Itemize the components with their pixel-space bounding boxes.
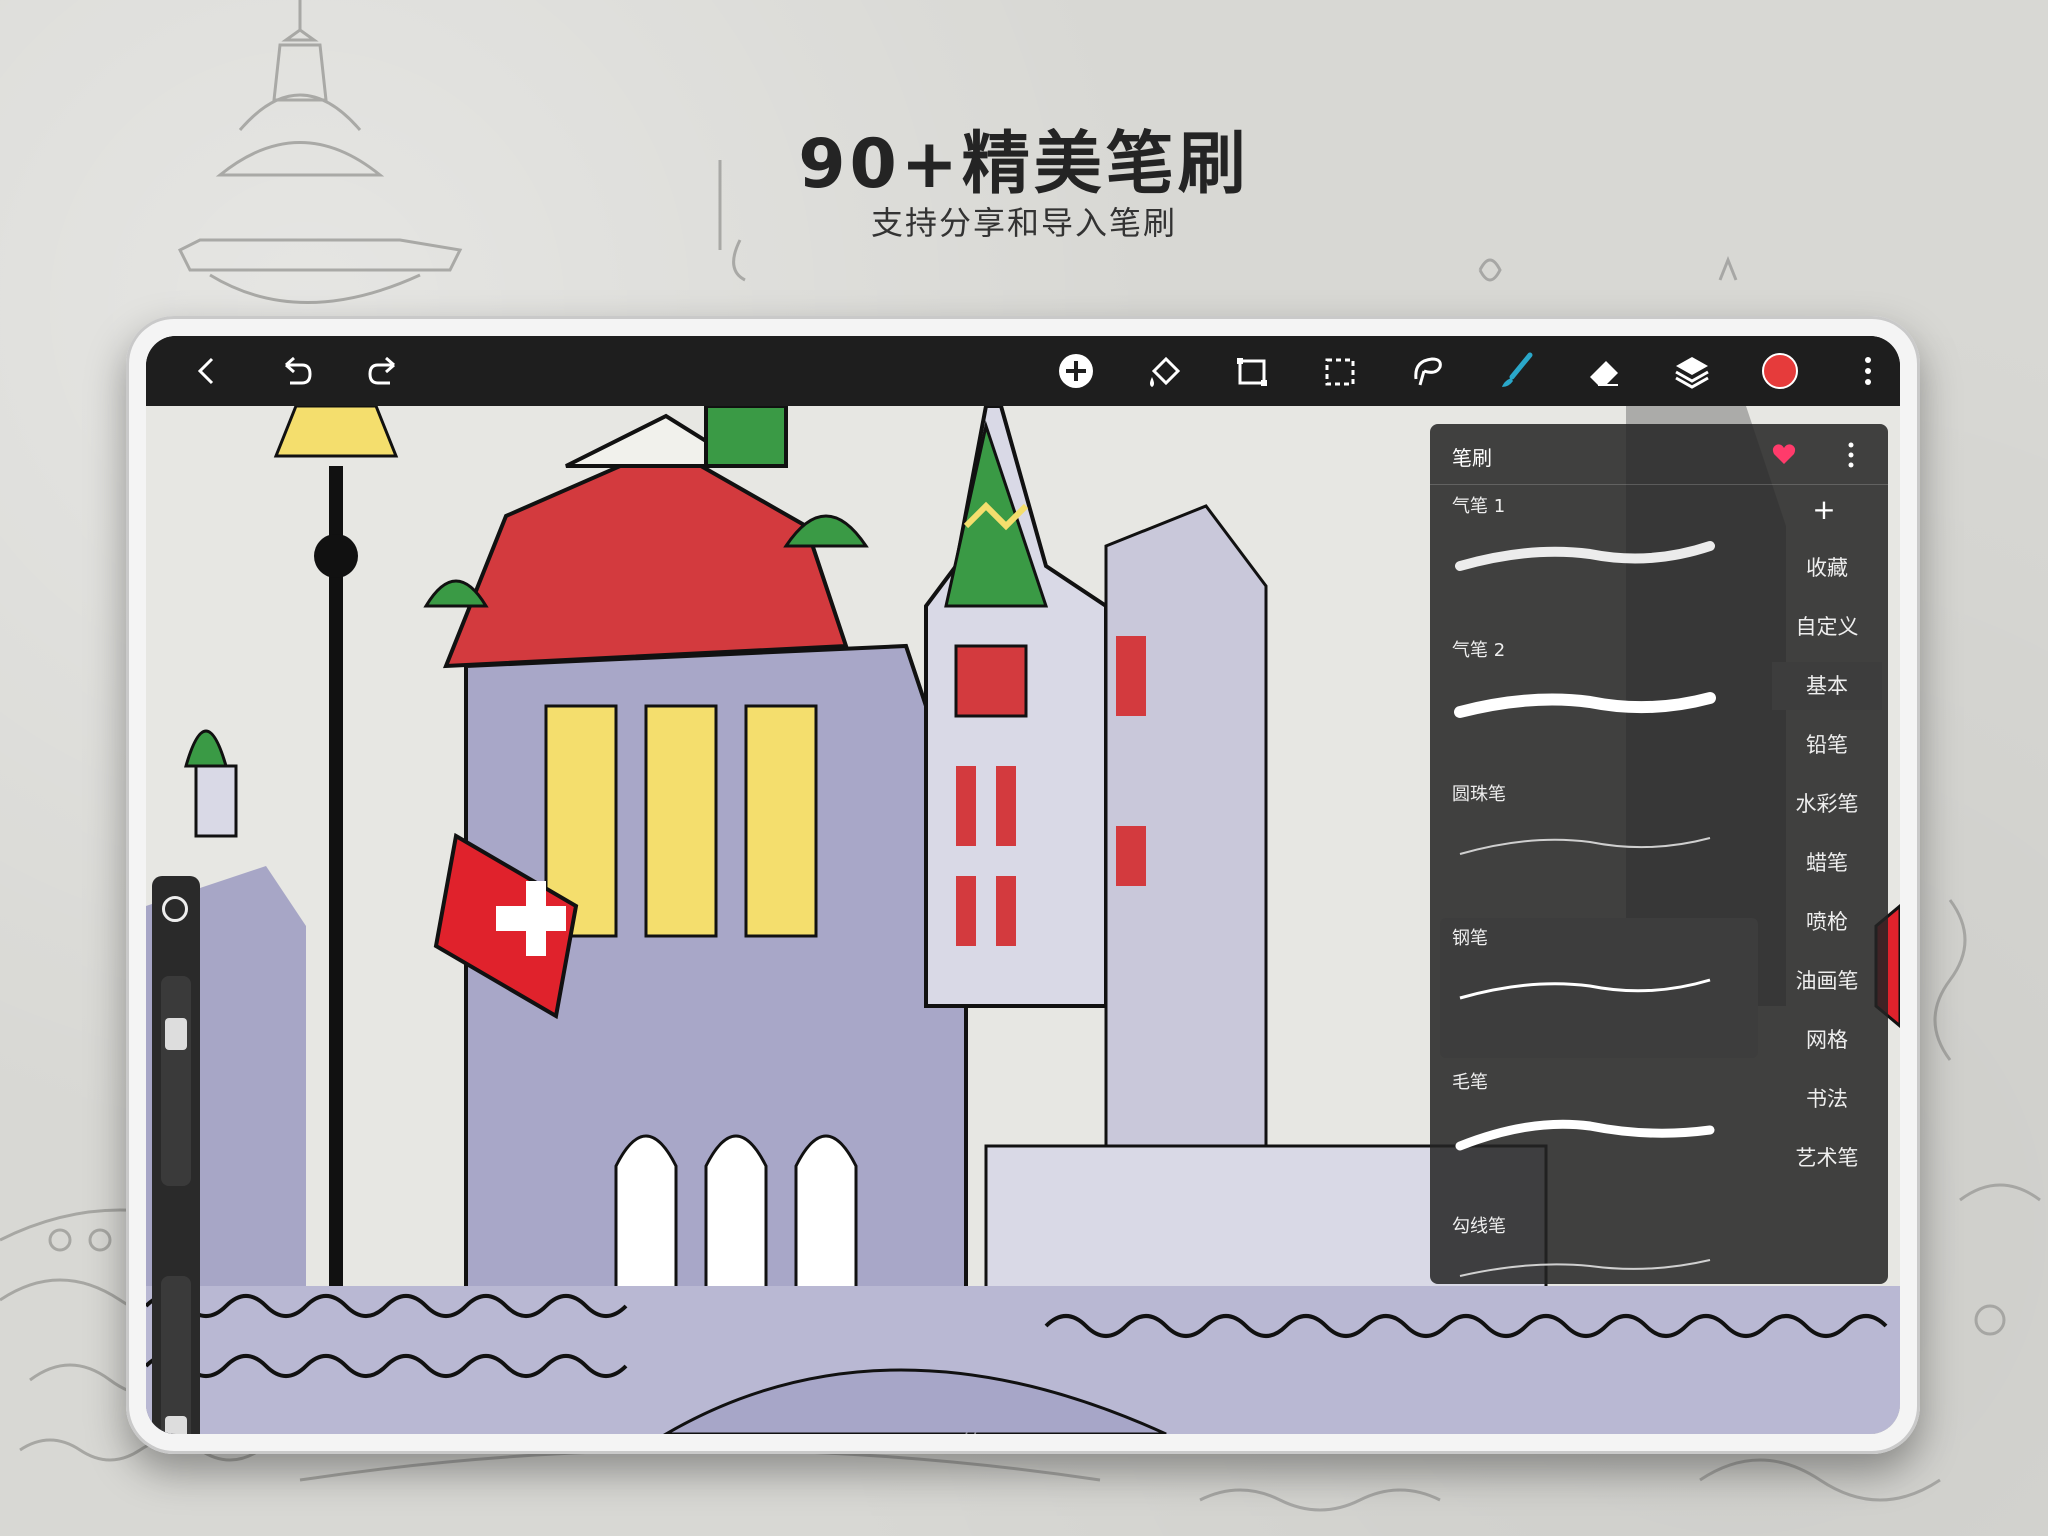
redo-button[interactable] <box>362 349 406 393</box>
category-item[interactable]: 艺术笔 <box>1772 1134 1882 1182</box>
category-item[interactable]: 水彩笔 <box>1772 780 1882 828</box>
brush-item[interactable]: 毛笔 <box>1440 1062 1758 1202</box>
stroke-count-label: 1566笔 <box>906 1426 984 1434</box>
brush-name: 钢笔 <box>1452 928 1488 949</box>
lasso-button[interactable] <box>1406 349 1450 393</box>
brush-item[interactable]: 圆珠笔 <box>1440 774 1758 914</box>
color-button[interactable] <box>1758 349 1802 393</box>
brush-preview-stroke <box>1455 1119 1715 1151</box>
brush-item-selected[interactable]: 钢笔 <box>1440 918 1758 1058</box>
lasso-icon <box>1414 357 1442 386</box>
color-pick-circle-icon[interactable] <box>162 896 188 922</box>
brush-name: 圆珠笔 <box>1452 784 1506 805</box>
brush-name: 毛笔 <box>1452 1072 1488 1093</box>
brush-panel-title: 笔刷 <box>1452 446 1492 470</box>
category-item[interactable]: 网格 <box>1772 1016 1882 1064</box>
add-brush-button[interactable]: + <box>1804 490 1844 530</box>
add-button[interactable] <box>1054 349 1098 393</box>
size-slider-thumb[interactable] <box>165 1018 187 1050</box>
brush-preview-stroke <box>1459 978 1711 1000</box>
fill-button[interactable] <box>1142 349 1186 393</box>
brush-preview-stroke <box>1459 1259 1711 1277</box>
brush-panel-header: 笔刷 <box>1430 424 1888 485</box>
select-button[interactable] <box>1318 349 1362 393</box>
brush-preview-stroke <box>1459 837 1711 855</box>
redo-icon <box>368 356 395 385</box>
eraser-icon <box>1590 361 1618 386</box>
marquee-select-icon <box>1325 358 1355 386</box>
brush-item[interactable]: 气笔 2 <box>1440 630 1758 770</box>
brush-name: 勾线笔 <box>1452 1216 1506 1237</box>
top-toolbar <box>146 336 1900 406</box>
opacity-slider-thumb[interactable] <box>165 1416 187 1434</box>
plus-circle-icon <box>1059 354 1093 388</box>
size-slider[interactable] <box>161 976 191 1186</box>
opacity-slider[interactable] <box>161 1276 191 1434</box>
undo-button[interactable] <box>274 349 318 393</box>
left-sidebar <box>152 876 200 1434</box>
brush-preview-stroke <box>1455 541 1715 571</box>
category-item[interactable]: 喷枪 <box>1772 898 1882 946</box>
brush-item[interactable]: 气笔 1 <box>1440 486 1758 626</box>
paint-bucket-icon <box>1150 356 1181 387</box>
category-item[interactable]: 书法 <box>1772 1075 1882 1123</box>
brush-name: 气笔 2 <box>1452 640 1506 661</box>
more-vertical-icon[interactable] <box>1844 440 1858 470</box>
category-item-selected[interactable]: 基本 <box>1772 662 1882 710</box>
brush-panel: 笔刷 气笔 1 气笔 2 圆珠笔 钢笔 毛笔 勾线笔 + 收藏 自定义 基本 铅… <box>1430 424 1888 1284</box>
category-item[interactable]: 收藏 <box>1772 544 1882 592</box>
brush-name: 气笔 1 <box>1452 496 1506 517</box>
category-item[interactable]: 铅笔 <box>1772 721 1882 769</box>
layers-icon <box>1675 357 1709 389</box>
brush-item[interactable]: 勾线笔 <box>1440 1206 1758 1346</box>
promo-headline: 90+精美笔刷 <box>798 125 1250 204</box>
transform-icon <box>1237 358 1267 386</box>
more-vertical-icon <box>1865 357 1871 385</box>
transform-button[interactable] <box>1230 349 1274 393</box>
brush-preview-stroke <box>1454 692 1716 718</box>
chevron-left-icon <box>197 357 214 385</box>
back-button[interactable] <box>186 349 230 393</box>
color-swatch-icon <box>1762 353 1798 389</box>
layers-button[interactable] <box>1670 349 1714 393</box>
undo-icon <box>285 356 312 385</box>
category-item[interactable]: 油画笔 <box>1772 957 1882 1005</box>
brush-button[interactable] <box>1494 349 1538 393</box>
eraser-button[interactable] <box>1582 349 1626 393</box>
category-item[interactable]: 自定义 <box>1772 603 1882 651</box>
promo-subline: 支持分享和导入笔刷 <box>870 204 1177 242</box>
category-item[interactable]: 蜡笔 <box>1772 839 1882 887</box>
heart-icon[interactable] <box>1770 440 1798 468</box>
more-button[interactable] <box>1846 349 1890 393</box>
brush-icon <box>1502 352 1533 387</box>
